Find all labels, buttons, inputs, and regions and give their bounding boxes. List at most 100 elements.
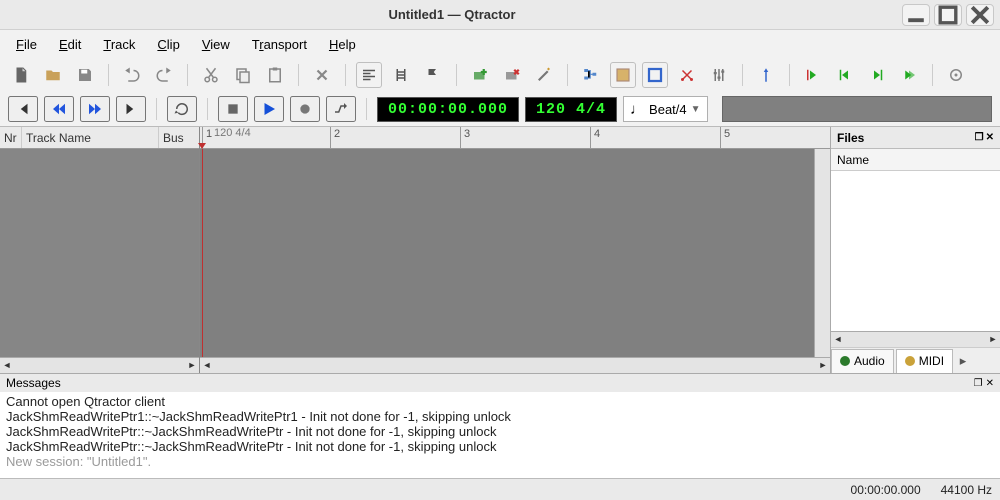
files-panel: Files ❐ ✕ Name ◄ ► Audio MIDI ▸ [830,127,1000,373]
tracklist-hscroll[interactable]: ◄ ► [0,357,199,373]
scroll-right-icon[interactable]: ► [986,332,1000,346]
tab-scroll-right-icon[interactable]: ▸ [955,353,971,369]
files-body[interactable] [831,171,1000,331]
files-label: Files [837,131,864,145]
scroll-right-icon[interactable]: ► [816,358,830,372]
tab-midi-label: MIDI [919,354,944,368]
cut-region-icon[interactable] [674,62,700,88]
cut-icon[interactable] [198,62,224,88]
punch-icon[interactable] [326,96,356,122]
copy-icon[interactable] [230,62,256,88]
paste-icon[interactable] [262,62,288,88]
scroll-left-icon[interactable]: ◄ [200,358,214,372]
message-line: JackShmReadWritePtr1::~JackShmReadWriteP… [6,409,994,424]
go-end-icon[interactable] [116,96,146,122]
menu-view[interactable]: View [192,33,240,56]
ruler-tick: 2 [330,127,340,148]
thumbnail-strip[interactable] [722,96,992,122]
messages-body[interactable]: Cannot open Qtractor client JackShmReadW… [0,392,1000,478]
tempo-display[interactable]: 120 4/4 [525,97,617,122]
ruler[interactable]: 120 4/4 1 2 3 4 5 [200,127,830,149]
add-track-icon[interactable] [467,62,493,88]
scroll-right-icon[interactable]: ► [185,358,199,372]
save-file-icon[interactable] [72,62,98,88]
loop-end-icon[interactable] [896,62,922,88]
messages-label: Messages [6,376,61,390]
close-panel-icon[interactable]: ✕ [986,378,994,389]
time-display[interactable]: 00:00:00.000 [377,97,519,122]
minimize-button[interactable] [902,4,930,26]
next-marker-icon[interactable] [864,62,890,88]
menu-transport[interactable]: Transport [242,33,317,56]
align-left-icon[interactable] [356,62,382,88]
col-name[interactable]: Track Name [22,127,159,148]
chevron-down-icon: ▼ [691,104,701,115]
panel-b-icon[interactable] [642,62,668,88]
new-file-icon[interactable] [8,62,34,88]
delete-icon[interactable] [309,62,335,88]
col-bus[interactable]: Bus [159,127,199,148]
undock-icon[interactable]: ❐ [974,378,983,389]
prev-marker-icon[interactable] [832,62,858,88]
scroll-left-icon[interactable]: ◄ [0,358,14,372]
loop-icon[interactable] [167,96,197,122]
timeline-vscroll[interactable] [814,149,830,357]
timeline-body-row [200,149,830,357]
playhead[interactable] [202,149,203,357]
col-nr[interactable]: Nr [0,127,22,148]
mixer-icon[interactable] [706,62,732,88]
files-hscroll[interactable]: ◄ ► [831,331,1000,347]
files-col-name: Name [837,153,869,167]
flag-icon[interactable] [420,62,446,88]
record-icon[interactable] [290,96,320,122]
main-area: Nr Track Name Bus ◄ ► 120 4/4 1 2 3 4 5 … [0,126,1000,373]
stop-icon[interactable] [218,96,248,122]
rewind-icon[interactable] [44,96,74,122]
undock-icon[interactable]: ❐ [975,132,984,143]
tab-audio[interactable]: Audio [831,349,894,373]
play-icon[interactable] [254,96,284,122]
fast-forward-icon[interactable] [80,96,110,122]
remove-track-icon[interactable] [499,62,525,88]
panel-a-icon[interactable] [610,62,636,88]
track-list-body[interactable] [0,149,199,357]
message-line: JackShmReadWritePtr::~JackShmReadWritePt… [6,424,994,439]
tab-audio-label: Audio [854,354,885,368]
settings-icon[interactable] [943,62,969,88]
snap-selector[interactable]: ♩ Beat/4 ▼ [623,96,708,122]
status-bar: 00:00:00.000 44100 Hz [0,478,1000,500]
scroll-left-icon[interactable]: ◄ [831,332,845,346]
redo-icon[interactable] [151,62,177,88]
window-title: Untitled1 — Qtractor [6,7,898,22]
menu-track[interactable]: Track [93,33,145,56]
midi-dot-icon [905,356,915,366]
menu-file[interactable]: File [6,33,47,56]
track-list-header: Nr Track Name Bus [0,127,199,149]
messages-title: Messages ❐ ✕ [0,374,1000,392]
undo-icon[interactable] [119,62,145,88]
go-start-icon[interactable] [8,96,38,122]
edit-track-icon[interactable] [531,62,557,88]
files-panel-title: Files ❐ ✕ [831,127,1000,149]
loop-start-icon[interactable] [800,62,826,88]
timeline-canvas[interactable] [200,149,814,357]
ladder-icon[interactable] [388,62,414,88]
menu-clip[interactable]: Clip [147,33,189,56]
close-button[interactable] [966,4,994,26]
menu-edit[interactable]: Edit [49,33,91,56]
toolbar-separator [187,64,188,86]
toolbar-separator [567,64,568,86]
tab-midi[interactable]: MIDI [896,349,953,373]
toolbar-separator [156,98,157,120]
files-column-header[interactable]: Name [831,149,1000,171]
maximize-button[interactable] [934,4,962,26]
timeline-hscroll[interactable]: ◄ ► [200,357,830,373]
close-panel-icon[interactable]: ✕ [986,132,994,143]
open-file-icon[interactable] [40,62,66,88]
marker-a-icon[interactable] [753,62,779,88]
tree-icon[interactable] [578,62,604,88]
toolbar-separator [207,98,208,120]
menu-help[interactable]: Help [319,33,366,56]
messages-panel: Messages ❐ ✕ Cannot open Qtractor client… [0,373,1000,478]
message-line: New session: "Untitled1". [6,454,994,469]
